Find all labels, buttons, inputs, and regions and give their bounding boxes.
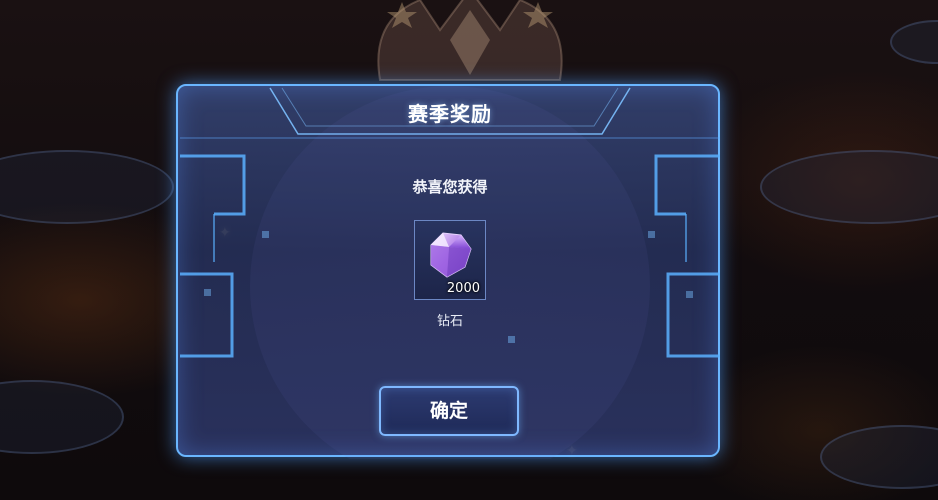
- pixel-decoration: [648, 231, 655, 238]
- pixel-decoration: [508, 336, 515, 343]
- background-cloud-left-lower: [0, 380, 124, 454]
- background-cloud-right-top: [890, 20, 938, 64]
- reward-item-slot[interactable]: 2000: [414, 220, 486, 300]
- background-cloud-left: [0, 150, 174, 224]
- season-reward-dialog: 赛季奖励 恭喜您获得 2000 钻石 确定: [176, 84, 720, 459]
- background-cloud-right-lower: [820, 425, 938, 489]
- game-scene: ✦ ✦ 赛季奖励 恭喜您获得: [0, 0, 938, 500]
- background-cloud-right: [760, 150, 938, 224]
- reward-quantity: 2000: [446, 281, 480, 296]
- reward-name: 钻石: [436, 314, 463, 329]
- diamond-icon: [430, 232, 472, 278]
- dialog-title: 赛季奖励: [408, 102, 492, 126]
- reward-subtitle: 恭喜您获得: [412, 178, 488, 196]
- confirm-button[interactable]: 确定: [379, 386, 519, 436]
- pixel-decoration: [686, 291, 693, 298]
- pixel-decoration: [204, 289, 211, 296]
- pixel-decoration: [262, 231, 269, 238]
- rank-crest-icon: [377, 0, 563, 81]
